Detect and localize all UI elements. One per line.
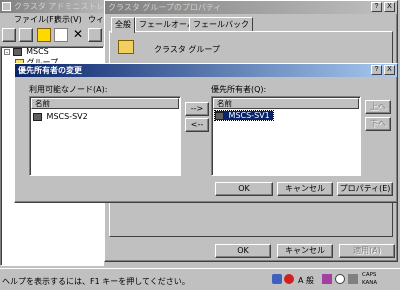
properties-help-button[interactable]: ? xyxy=(371,2,382,12)
owners-close-button[interactable]: X xyxy=(384,65,395,75)
properties-ok-button[interactable]: OK xyxy=(215,244,271,258)
owners-ok-button[interactable]: OK xyxy=(215,182,273,196)
add-node-button[interactable]: --> xyxy=(185,102,209,116)
preferred-owners-label: 優先所有者(Q): xyxy=(211,85,267,94)
preferred-name-column[interactable]: 名前 xyxy=(213,98,359,109)
available-name-column[interactable]: 名前 xyxy=(31,98,179,109)
ime-mode[interactable]: A 般 xyxy=(298,275,314,286)
properties-dialog-title: クラスタ グループのプロパティ xyxy=(108,3,222,12)
properties-cancel-button[interactable]: キャンセル xyxy=(277,244,333,258)
ime-tool-icon[interactable] xyxy=(348,274,358,284)
toolbar-delete-icon[interactable]: ✕ xyxy=(71,28,85,42)
move-up-button[interactable]: 上へ xyxy=(365,100,391,114)
properties-title-bar[interactable]: クラスタ グループのプロパティ ? X xyxy=(105,1,397,14)
tree-root-item[interactable]: - MSCS xyxy=(4,47,49,56)
available-node-item[interactable]: MSCS-SV2 xyxy=(33,112,88,121)
tree-root-label: MSCS xyxy=(26,47,49,56)
cluster-icon xyxy=(12,47,22,56)
ime-pad-icon[interactable] xyxy=(322,274,332,284)
tab-failback[interactable]: フェールバック xyxy=(189,17,253,31)
status-help-text: ヘルプを表示するには、F1 キーを押してください。 xyxy=(2,277,190,286)
properties-apply-button[interactable]: 適用(A) xyxy=(339,244,395,258)
owners-dialog-title: 優先所有者の変更 xyxy=(18,66,82,75)
kana-indicator: KANA xyxy=(362,280,378,286)
group-name: クラスタ グループ xyxy=(154,45,220,54)
main-title-bar[interactable]: クラスタ アドミニストレータ - ... xyxy=(0,0,120,13)
menu-window[interactable]: ウィ xyxy=(88,14,104,25)
toolbar-refresh-icon[interactable] xyxy=(88,28,102,42)
toolbar-stop-icon[interactable] xyxy=(54,28,68,42)
group-icon xyxy=(118,40,134,54)
owners-properties-button[interactable]: プロパティ(E) xyxy=(337,182,393,196)
preferred-owners-dialog: 優先所有者の変更 ? X 利用可能なノード(A): 名前 MSCS-SV2 --… xyxy=(14,63,398,203)
available-node-label: MSCS-SV2 xyxy=(46,112,88,121)
tab-general[interactable]: 全般 xyxy=(111,17,135,33)
available-nodes-label: 利用可能なノード(A): xyxy=(29,85,108,94)
system-tray: A 般 CAPS KANA xyxy=(272,271,398,289)
owners-help-button[interactable]: ? xyxy=(371,65,382,75)
toolbar-properties-icon[interactable] xyxy=(19,28,33,42)
ime-icon[interactable] xyxy=(272,274,282,284)
cluster-app-icon xyxy=(2,2,11,11)
owners-title-bar[interactable]: 優先所有者の変更 ? X xyxy=(15,64,397,77)
toolbar-warning-icon[interactable] xyxy=(37,28,51,42)
main-toolbar: ✕ xyxy=(2,28,102,44)
menu-view[interactable]: 表示(V) xyxy=(54,14,82,25)
server-node-icon xyxy=(33,112,42,121)
server-node-icon xyxy=(215,111,224,120)
toolbar-connect-icon[interactable] xyxy=(2,28,16,42)
preferred-owners-list[interactable]: 名前 MSCS-SV1 xyxy=(211,96,361,176)
available-nodes-list[interactable]: 名前 MSCS-SV2 xyxy=(29,96,181,176)
tree-collapse-icon[interactable]: - xyxy=(4,49,10,56)
ime-ball-icon[interactable] xyxy=(284,274,294,284)
remove-node-button[interactable]: <-- xyxy=(185,118,209,132)
ime-help-icon[interactable] xyxy=(335,274,345,284)
properties-close-button[interactable]: X xyxy=(384,2,395,12)
caps-indicator: CAPS xyxy=(362,272,377,278)
move-down-button[interactable]: 下へ xyxy=(365,117,391,131)
owners-cancel-button[interactable]: キャンセル xyxy=(277,182,333,196)
preferred-node-item[interactable]: MSCS-SV1 xyxy=(214,110,274,121)
preferred-node-label: MSCS-SV1 xyxy=(228,111,270,120)
menu-file[interactable]: ファイル(F) xyxy=(14,14,57,25)
status-bar: ヘルプを表示するには、F1 キーを押してください。 A 般 CAPS KANA xyxy=(0,268,400,290)
